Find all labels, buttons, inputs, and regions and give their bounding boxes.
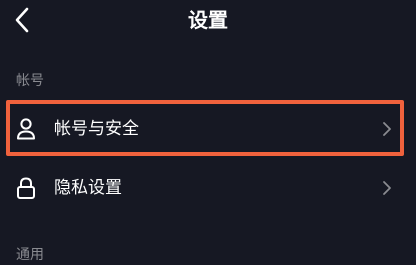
settings-item-account-security[interactable]: 帐号与安全 [0,101,416,157]
settings-item-privacy[interactable]: 隐私设置 [0,160,416,216]
lock-icon [15,176,37,200]
section-label-account: 帐号 [16,73,44,89]
chevron-right-icon [382,121,392,137]
section-label-general: 通用 [16,247,44,263]
page-title: 设置 [188,8,228,32]
chevron-right-icon [382,180,392,196]
settings-item-label: 帐号与安全 [54,119,139,139]
user-icon [15,117,37,141]
header: 设置 [0,0,416,42]
settings-item-label: 隐私设置 [54,178,122,198]
settings-screen: 设置 帐号 帐号与安全 隐私设置 通用 [0,0,416,265]
